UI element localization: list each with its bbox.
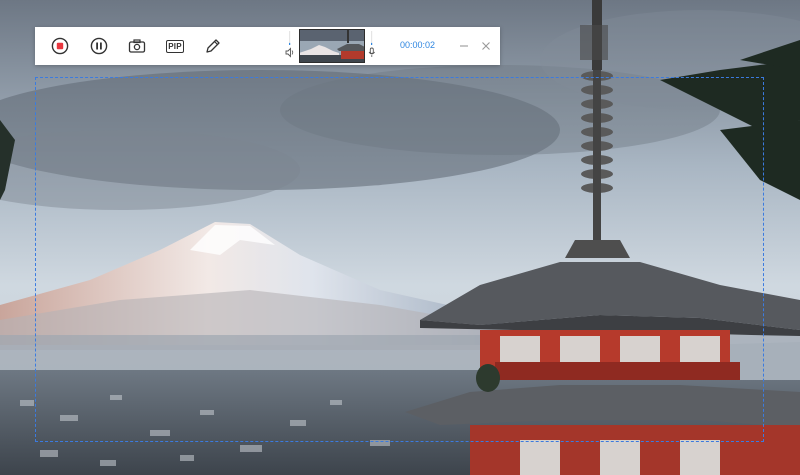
pip-button[interactable]: PIP	[166, 37, 184, 55]
close-button[interactable]	[480, 39, 492, 51]
minimize-icon	[460, 45, 468, 47]
edit-button[interactable]	[204, 37, 222, 55]
picture-in-picture-icon: PIP	[166, 39, 184, 53]
minimize-button[interactable]	[458, 39, 470, 51]
recording-toolbar: PIP 00:00:02	[35, 27, 500, 65]
speaker-volume-indicator[interactable]	[285, 31, 294, 61]
stop-record-icon	[51, 37, 69, 55]
screenshot-button[interactable]	[128, 37, 146, 55]
microphone-volume-indicator[interactable]	[367, 31, 375, 61]
preview-thumbnail[interactable]	[299, 29, 365, 63]
edit-pen-icon	[206, 39, 220, 53]
close-icon	[482, 42, 490, 50]
microphone-icon	[368, 47, 375, 57]
stop-record-button[interactable]	[51, 37, 69, 55]
recording-timer: 00:00:02	[400, 40, 436, 50]
speaker-icon	[285, 47, 294, 58]
screenshot-camera-icon	[128, 39, 146, 53]
capture-region-frame[interactable]	[35, 77, 764, 442]
pause-button[interactable]	[90, 37, 108, 55]
pip-label: PIP	[168, 41, 182, 51]
preview-image	[299, 29, 365, 63]
pause-icon	[90, 37, 108, 55]
